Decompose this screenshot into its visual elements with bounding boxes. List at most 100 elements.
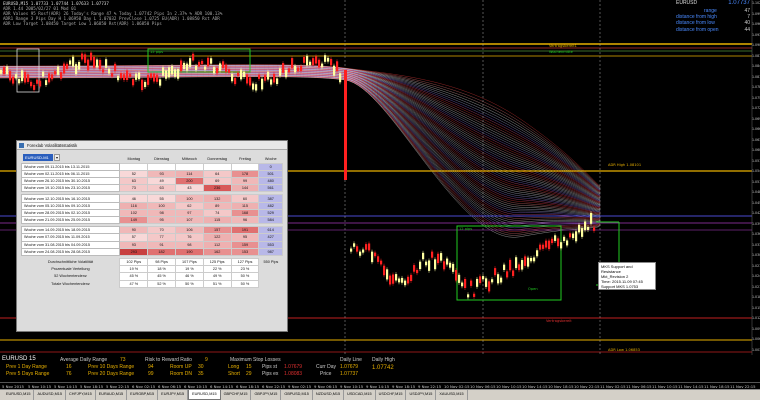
line-tag-vertragsbereit1: Vertragsbereit1 [549,44,577,48]
table-cell: 107 [175,215,204,225]
summary-cell: 50 % [230,279,260,288]
candle-body [216,67,219,74]
candle-body [177,69,180,79]
candle-body [392,274,395,284]
status-prev5-value: 76 [66,371,72,377]
tab-eurusd-m15[interactable]: EURUSD,M15 [3,390,35,400]
tab-usdchf-m15[interactable]: USDCHF,M15 [376,390,407,400]
tab-xauusd-m15[interactable]: XAUUSD,M15 [436,390,468,400]
tab-gbpjpy-m15[interactable]: GBPJPY,M15 [251,390,282,400]
summary-cell: 102 Pips [119,257,149,267]
price-axis-label: 1.0157 [752,305,760,310]
summary-label: Totale Wochentendenz [51,281,90,286]
candle-body [539,244,542,250]
candle-body [315,56,318,64]
candle-body [234,77,237,85]
column-header: Freitag [239,157,251,162]
row-label: Woche vom 21.09.2015 bis 25.09.2015 [20,215,121,225]
candle-body [222,61,225,69]
candle-body [102,69,105,73]
app-icon [19,143,24,148]
candle-body [398,278,401,283]
summary-cell: 52 % [147,279,176,288]
candle-body [105,59,108,68]
table-cell: 93 [147,169,176,179]
tab-usdcad-m15[interactable]: USDCAD,M15 [344,390,376,400]
candle-body [180,60,183,72]
table-cell: 96 [230,215,260,225]
candle-body [210,58,213,64]
week-total-cell: 482 [258,201,283,210]
status-prev5-label: Prev 5 Days Range [6,371,50,377]
table-row: Woche vom 26.10.2015 bis 30.10.2015 63 49 2… [20,177,283,186]
tab-gbpchf-m15[interactable]: GBPCHF,M15 [221,390,252,400]
candle-body [99,59,102,70]
status-rr-title: Risk to Reward Ratio [145,357,192,363]
tab-eurgbp-m15[interactable]: EURGBP,M15 [127,390,159,400]
candle-body [111,73,114,77]
candle-body [536,250,539,257]
table-cell: 153 [230,247,260,256]
volatility-dialog[interactable]: Forexlab Volatilitätsstatistik EURUSD-M1… [16,140,288,332]
time-axis[interactable]: 5 Nov 2015 5 Nov 10:15 5 Nov 14:15 5 Nov 18… [0,382,760,389]
hud-dist-open-value: 44 [744,27,750,33]
tab-euraud-m15[interactable]: EURAUD,M15 [96,390,128,400]
table-cell: 115 [202,215,232,225]
row-label: Woche vom 31.08.2015 bis 04.09.2015 [20,240,121,249]
tab-audusd-m15[interactable]: AUDUSD,M15 [34,390,66,400]
candle-body [587,227,590,231]
candle-body [249,77,252,86]
status-prev1-label: Prev 1 Day Range [6,364,47,370]
tab-eurjpy-m15[interactable]: EURJPY,M15 [158,390,189,400]
candle-body [264,75,267,81]
candle-body [150,73,153,79]
candle-body [506,271,509,278]
table-cell: 132 [202,194,232,203]
tab-chfjpy-m15[interactable]: CHFJPY,M15 [66,390,96,400]
tab-nzdusd-m15[interactable]: NZDUSD,M15 [313,390,345,400]
candle-body [120,73,123,79]
price-axis-label: 1.0067 [752,337,760,341]
candle-body [171,65,174,75]
tab-gbpusd-m15[interactable]: GBPUSD,M15 [281,390,313,400]
table-cell: 46 [119,194,149,203]
candle-body [54,71,57,75]
candle-body [440,253,443,261]
table-cell: 91 [147,240,176,249]
summary-cell: 51 % [202,279,232,288]
dialog-titlebar[interactable]: Forexlab Volatilitätsstatistik [17,141,287,150]
price-axis-label: 1.0967 [752,22,760,26]
summary-cell: 19 % [119,265,149,274]
summary-cell: 45 % [147,272,176,281]
table-cell: 97 [175,208,204,218]
candle-body [63,63,66,74]
table-cell: 74 [202,208,232,218]
candle-body [530,257,533,262]
table-cell: 182 [147,247,176,256]
candle-body [69,60,72,65]
adr-line-4: ADR Low Target 1.08450 Target Low 1.0685… [3,21,162,26]
table-cell: 159 [230,240,260,249]
candle-body [527,257,530,267]
candle-body [12,76,15,84]
price-axis-label: 1.0127 [752,316,760,320]
candle-body [312,58,315,65]
candle-body [291,58,294,69]
candle-body [57,66,60,75]
candle-body [401,277,404,283]
candle-body [9,71,12,81]
candle-body [593,227,596,231]
candle-body [87,59,90,71]
summary-label: Prozentuale Verteilung [51,267,90,272]
price-axis-label: 1.0637 [752,137,760,142]
table-cell: 114 [175,169,204,179]
tab-usdjpy-m15[interactable]: USDJPY,M15 [406,390,437,400]
candle-body [575,231,578,242]
candle-body [524,256,527,266]
tab-eurusd-m15[interactable]: EURUSD,M15 [188,390,221,400]
table-cell: 76 [175,233,204,242]
price-axis-label: 1.0457 [752,200,760,205]
price-axis-label: 1.0367 [752,232,760,236]
price-axis-label: 1.0397 [752,221,760,226]
price-axis-label: 1.0487 [752,190,760,194]
